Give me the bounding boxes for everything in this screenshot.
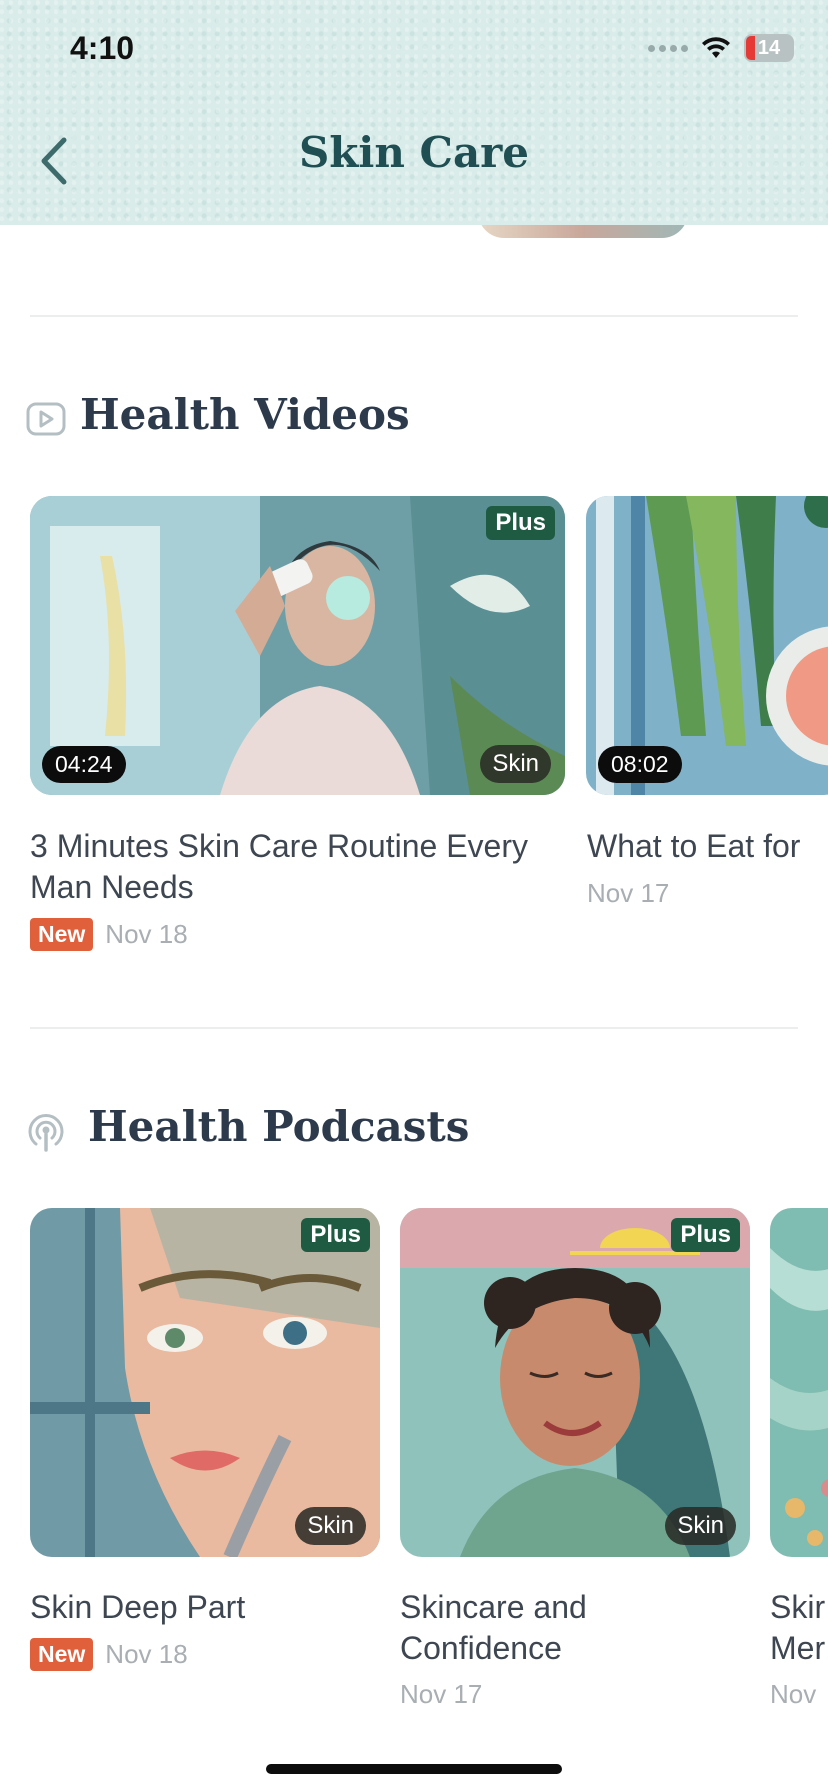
- podcast-date: Nov: [770, 1679, 817, 1709]
- status-indicators: 14: [648, 34, 794, 62]
- duration-badge: 08:02: [598, 746, 682, 783]
- new-badge: New: [30, 1638, 94, 1671]
- video-date: Nov 17: [587, 878, 670, 908]
- video-card[interactable]: Plus 04:24 Skin: [30, 496, 565, 795]
- podcast-meta: New Nov 18: [30, 1638, 188, 1671]
- video-meta: Nov 17: [587, 878, 669, 909]
- video-play-icon: [26, 402, 66, 436]
- status-time: 4:10: [70, 30, 135, 66]
- podcast-meta: Nov 17: [400, 1679, 482, 1710]
- battery-level: 14: [757, 36, 781, 59]
- category-tag: Skin: [665, 1507, 736, 1545]
- podcast-card[interactable]: [770, 1208, 828, 1557]
- podcast-date: Nov 17: [400, 1679, 483, 1709]
- battery-icon: 14: [744, 34, 794, 62]
- divider: [30, 1027, 798, 1029]
- wifi-icon: [702, 37, 730, 58]
- podcast-title[interactable]: Skin Deep Part: [30, 1587, 370, 1628]
- podcast-thumbnail: [30, 1208, 380, 1557]
- video-date: Nov 18: [105, 919, 188, 949]
- podcast-card[interactable]: Plus Skin: [30, 1208, 380, 1557]
- podcast-thumbnail: [770, 1208, 828, 1557]
- podcast-title-line: Mer: [770, 1630, 826, 1666]
- section-title-podcasts: Health Podcasts: [88, 1102, 470, 1151]
- category-tag: Skin: [480, 745, 551, 783]
- podcast-meta: Nov: [770, 1679, 816, 1710]
- video-card[interactable]: 08:02: [586, 496, 828, 795]
- podcast-title[interactable]: Skincare and Confidence: [400, 1587, 700, 1669]
- plus-badge: Plus: [301, 1218, 370, 1252]
- video-title[interactable]: What to Eat for: [587, 826, 828, 867]
- category-tag: Skin: [295, 1507, 366, 1545]
- podcast-icon: [28, 1114, 64, 1152]
- plus-badge: Plus: [671, 1218, 740, 1252]
- page-title: Skin Care: [298, 128, 530, 177]
- podcast-date: Nov 18: [105, 1639, 188, 1669]
- video-title[interactable]: 3 Minutes Skin Care Routine Every Man Ne…: [30, 826, 550, 908]
- plus-badge: Plus: [486, 506, 555, 540]
- divider: [30, 315, 798, 317]
- podcast-title-line: Skir: [770, 1589, 826, 1625]
- video-meta: New Nov 18: [30, 918, 188, 951]
- signal-icon: [648, 44, 688, 52]
- home-indicator: [266, 1764, 562, 1774]
- podcast-thumbnail: [400, 1208, 750, 1557]
- new-badge: New: [30, 918, 94, 951]
- duration-badge: 04:24: [42, 746, 126, 783]
- section-title-videos: Health Videos: [80, 390, 410, 439]
- nav-header: 4:10 14 Skin Care: [0, 0, 828, 225]
- podcast-card[interactable]: Plus Skin: [400, 1208, 750, 1557]
- podcast-title[interactable]: Skir Mer: [770, 1587, 828, 1669]
